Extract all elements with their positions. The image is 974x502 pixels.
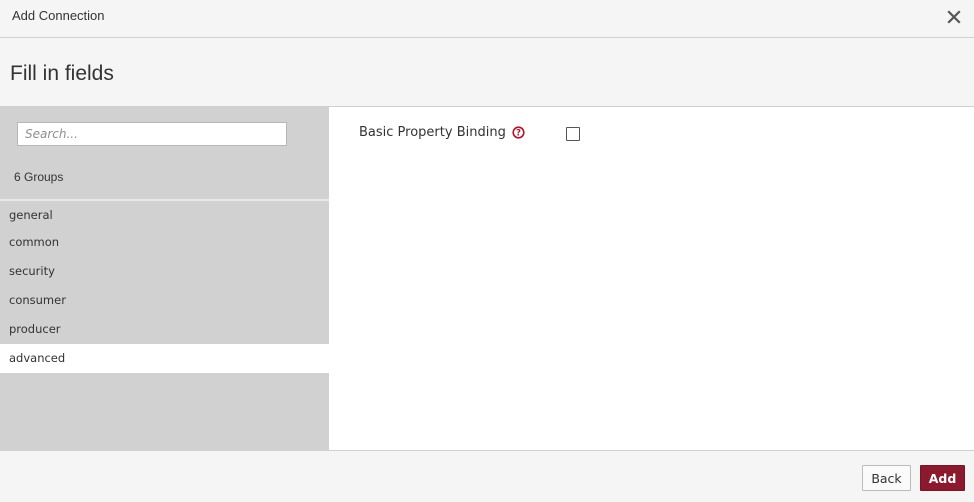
fields-panel: Basic Property Binding ? (329, 107, 974, 450)
group-item-general[interactable]: general (0, 199, 329, 228)
add-button[interactable]: Add (920, 465, 965, 491)
dialog-title: Add Connection (12, 8, 105, 23)
search-input[interactable] (17, 122, 287, 146)
groups-sidebar: 6 Groups general common security consume… (0, 107, 329, 450)
property-row: Basic Property Binding ? (359, 125, 525, 140)
help-icon[interactable]: ? (512, 126, 525, 139)
dialog-titlebar: Add Connection (0, 0, 974, 38)
close-icon (947, 10, 961, 24)
svg-text:?: ? (516, 129, 521, 139)
basic-property-binding-checkbox[interactable] (566, 127, 580, 141)
group-item-common[interactable]: common (0, 228, 329, 257)
dialog-subheader: Fill in fields (0, 38, 974, 107)
dialog-footer: Back Add (0, 450, 974, 502)
groups-count: 6 Groups (14, 170, 64, 184)
close-button[interactable] (944, 6, 964, 28)
group-list: general common security consumer produce… (0, 199, 329, 373)
property-label: Basic Property Binding (359, 125, 506, 140)
group-item-producer[interactable]: producer (0, 315, 329, 344)
group-item-security[interactable]: security (0, 257, 329, 286)
group-item-advanced[interactable]: advanced (0, 344, 329, 373)
group-item-consumer[interactable]: consumer (0, 286, 329, 315)
page-title: Fill in fields (10, 62, 114, 85)
back-button[interactable]: Back (862, 465, 911, 491)
